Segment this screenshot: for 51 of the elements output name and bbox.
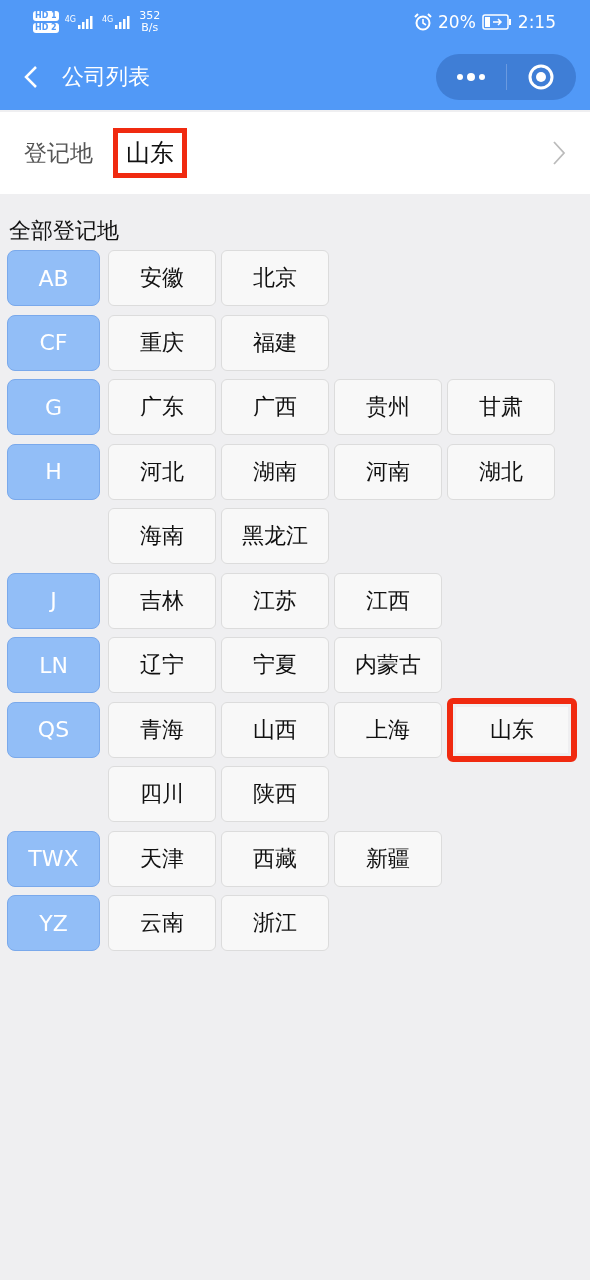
network-label: 4G bbox=[102, 15, 114, 24]
battery-percent: 20% bbox=[438, 12, 476, 32]
province-option[interactable]: 海南 bbox=[108, 508, 216, 564]
province-option[interactable]: 吉林 bbox=[108, 572, 216, 629]
province-option[interactable]: 湖北 bbox=[447, 443, 555, 500]
speed-text: B/s bbox=[141, 22, 159, 34]
province-option[interactable]: 四川 bbox=[108, 766, 216, 822]
province-option[interactable]: 河北 bbox=[108, 443, 216, 500]
region-field[interactable]: 登记地 山东 bbox=[0, 112, 590, 194]
province-option[interactable]: 上海 bbox=[334, 701, 442, 758]
speed-text: 352 bbox=[139, 10, 161, 22]
province-option[interactable]: 青海 bbox=[108, 701, 216, 758]
province-option[interactable]: 山西 bbox=[221, 701, 329, 758]
province-option[interactable]: 甘肃 bbox=[447, 379, 555, 435]
province-option[interactable]: 广西 bbox=[221, 379, 329, 435]
province-option[interactable]: 宁夏 bbox=[221, 637, 329, 693]
target-icon bbox=[527, 63, 556, 91]
more-icon bbox=[455, 72, 486, 82]
province-option[interactable]: 北京 bbox=[221, 250, 329, 306]
province-option[interactable]: 江西 bbox=[334, 572, 442, 629]
network-label: 4G bbox=[64, 15, 76, 24]
sim-badge: HD 2 bbox=[33, 23, 59, 33]
province-option[interactable]: 天津 bbox=[108, 830, 216, 887]
province-option[interactable]: 贵州 bbox=[334, 379, 442, 435]
province-option[interactable]: 江苏 bbox=[221, 572, 329, 629]
clock-time: 2:15 bbox=[517, 12, 556, 32]
province-option[interactable]: 湖南 bbox=[221, 443, 329, 500]
province-option[interactable]: 山东 bbox=[447, 697, 577, 762]
province-option[interactable]: 浙江 bbox=[221, 895, 329, 951]
field-value: 山东 bbox=[113, 128, 187, 178]
province-option[interactable]: 广东 bbox=[108, 379, 216, 435]
chevron-right-icon bbox=[552, 140, 566, 166]
province-option[interactable]: 新疆 bbox=[334, 830, 442, 887]
province-option[interactable]: 内蒙古 bbox=[334, 637, 442, 693]
sim-badge: HD 1 bbox=[33, 11, 59, 21]
field-label: 登记地 bbox=[24, 138, 93, 168]
back-icon bbox=[24, 65, 38, 89]
province-option[interactable]: 陕西 bbox=[221, 766, 329, 822]
province-option[interactable]: 安徽 bbox=[108, 250, 216, 306]
province-option[interactable]: 福建 bbox=[221, 314, 329, 371]
province-option[interactable]: 黑龙江 bbox=[221, 508, 329, 564]
province-option[interactable]: 重庆 bbox=[108, 314, 216, 371]
province-option[interactable]: 西藏 bbox=[221, 830, 329, 887]
province-option[interactable]: 辽宁 bbox=[108, 637, 216, 693]
battery-icon bbox=[481, 14, 512, 30]
page-title: 公司列表 bbox=[62, 63, 151, 91]
province-option[interactable]: 河南 bbox=[334, 443, 442, 500]
alarm-icon bbox=[414, 13, 432, 31]
signal-icon bbox=[76, 15, 96, 29]
section-title: 全部登记地 bbox=[9, 218, 119, 243]
province-option[interactable]: 云南 bbox=[108, 895, 216, 951]
